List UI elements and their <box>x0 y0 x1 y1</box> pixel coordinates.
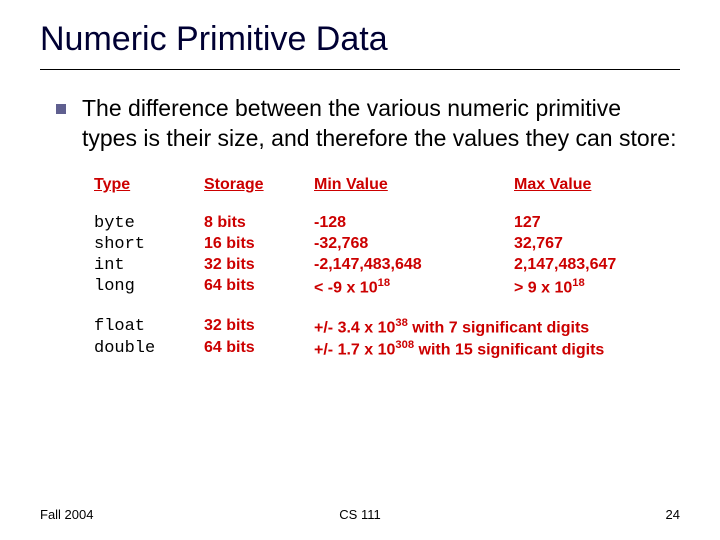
header-type: Type <box>94 176 204 194</box>
cell-max: > 9 x 1018 <box>514 277 680 297</box>
cell-min: -128 <box>314 214 514 233</box>
footer-center: CS 111 <box>40 507 680 522</box>
footer-left: Fall 2004 <box>40 507 93 522</box>
cell-type: byte <box>94 214 204 233</box>
table-header-row: Type Storage Min Value Max Value <box>94 176 680 194</box>
cell-type: float <box>94 317 204 337</box>
slide-footer: Fall 2004 CS 111 24 <box>40 507 680 522</box>
cell-range: +/- 3.4 x 1038 with 7 significant digits <box>314 317 680 337</box>
cell-max: 127 <box>514 214 680 233</box>
table-row: short16 bits-32,76832,767 <box>94 235 680 254</box>
cell-storage: 16 bits <box>204 235 314 254</box>
cell-storage: 32 bits <box>204 317 314 337</box>
header-storage: Storage <box>204 176 314 194</box>
cell-range: +/- 1.7 x 10308 with 15 significant digi… <box>314 339 680 359</box>
cell-storage: 64 bits <box>204 277 314 297</box>
table-row: int32 bits-2,147,483,6482,147,483,647 <box>94 256 680 275</box>
cell-max: 32,767 <box>514 235 680 254</box>
header-max: Max Value <box>514 176 680 194</box>
cell-storage: 8 bits <box>204 214 314 233</box>
cell-min: < -9 x 1018 <box>314 277 514 297</box>
cell-storage: 64 bits <box>204 339 314 359</box>
cell-min: -32,768 <box>314 235 514 254</box>
slide-title: Numeric Primitive Data <box>40 20 680 70</box>
bullet-item: The difference between the various numer… <box>40 94 680 154</box>
cell-max: 2,147,483,647 <box>514 256 680 275</box>
table-row: long64 bits< -9 x 1018> 9 x 1018 <box>94 277 680 297</box>
table-row: double64 bits+/- 1.7 x 10308 with 15 sig… <box>94 339 680 359</box>
header-min: Min Value <box>314 176 514 194</box>
footer-right: 24 <box>666 507 680 522</box>
square-bullet-icon <box>56 104 66 114</box>
type-table: Type Storage Min Value Max Value byte8 b… <box>40 176 680 360</box>
table-row: float32 bits+/- 3.4 x 1038 with 7 signif… <box>94 317 680 337</box>
cell-type: double <box>94 339 204 359</box>
cell-type: int <box>94 256 204 275</box>
cell-type: long <box>94 277 204 297</box>
cell-min: -2,147,483,648 <box>314 256 514 275</box>
cell-type: short <box>94 235 204 254</box>
table-row: byte8 bits-128127 <box>94 214 680 233</box>
cell-storage: 32 bits <box>204 256 314 275</box>
bullet-text: The difference between the various numer… <box>82 94 680 154</box>
